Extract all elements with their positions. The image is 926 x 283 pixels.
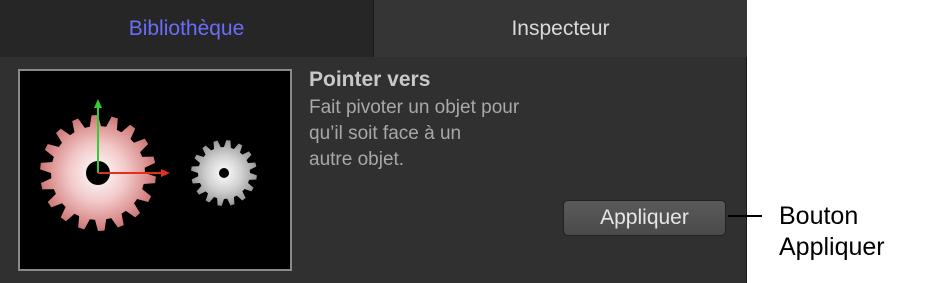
callout-line [728, 215, 762, 217]
behavior-title: Pointer vers [309, 68, 431, 91]
tab-bar: Bibliothèque Inspecteur [0, 0, 747, 57]
behavior-preview [18, 69, 292, 271]
description-line: Fait pivoter un objet pour [309, 97, 520, 118]
apply-button[interactable]: Appliquer [563, 200, 726, 236]
callout-line-text: Appliquer [779, 233, 885, 261]
description-line: autre objet. [309, 149, 405, 170]
callout-label: Bouton Appliquer [779, 201, 885, 263]
tab-library[interactable]: Bibliothèque [0, 0, 373, 57]
callout-line-text: Bouton [779, 202, 859, 230]
behavior-description: Fait pivoter un objet pour qu’il soit fa… [309, 95, 599, 173]
description-line: qu’il soit face à un [309, 123, 462, 144]
library-panel: Bibliothèque Inspecteur Pointer vers Fai… [0, 0, 747, 283]
tab-inspector[interactable]: Inspecteur [373, 0, 747, 57]
small-gear-icon [191, 140, 257, 206]
preview-image [40, 99, 257, 231]
